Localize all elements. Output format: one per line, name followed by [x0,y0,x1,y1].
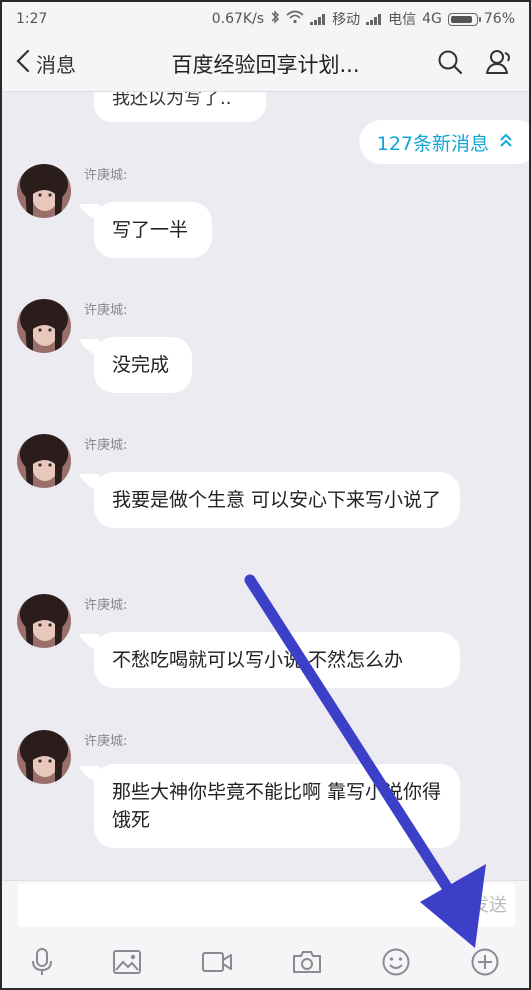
previous-message-bubble: 我还以为写了.. [94,92,266,122]
battery-percent: 76% [483,11,515,27]
sender-name: 许庚城: [84,438,128,453]
double-chevron-up-icon [499,131,513,153]
input-toolbar [2,932,529,988]
back-label: 消息 [36,53,76,77]
image-icon[interactable] [112,949,142,975]
new-messages-button[interactable]: 127条新消息 [358,120,529,164]
title-actions [409,49,529,79]
avatar[interactable] [17,299,71,353]
back-button[interactable]: 消息 [2,49,122,78]
sender-name: 许庚城: [84,598,128,613]
avatar[interactable] [17,164,71,218]
message-bubble[interactable]: 没完成 [94,337,192,393]
input-bar: 发送 [2,880,529,932]
chat-area[interactable]: 我还以为写了.. 127条新消息 许庚城: 写了一半 许庚城: 没完成 许庚城:… [2,92,529,880]
sender-name: 许庚城: [84,168,128,183]
sender-name: 许庚城: [84,303,128,318]
carrier-1: 移动 [332,12,361,28]
avatar[interactable] [17,434,71,488]
message-bubble[interactable]: 那些大神你毕竟不能比啊 靠写小说你得饿死 [94,764,460,848]
message-bubble[interactable]: 写了一半 [94,202,212,258]
battery-icon [447,12,481,26]
title-bar: 消息 百度经验回享计划... [2,36,529,92]
avatar[interactable] [17,730,71,784]
search-icon[interactable] [437,49,463,79]
plus-icon[interactable] [470,947,500,977]
emoji-icon[interactable] [381,947,411,977]
sender-name: 许庚城: [84,734,128,749]
profile-icon[interactable] [485,49,513,79]
bluetooth-icon [270,10,280,28]
signal-icon [310,13,326,25]
status-time: 1:27 [16,11,48,27]
message-bubble[interactable]: 不愁吃喝就可以写小说 不然怎么办 [94,632,460,688]
avatar[interactable] [17,594,71,648]
carrier-2: 电信 [388,12,417,28]
new-messages-label: 127条新消息 [376,132,489,155]
status-bar: 1:27 0.67K/s 移动 电信 4G 76% [2,2,529,36]
message-input[interactable] [18,883,515,927]
send-button[interactable]: 发送 [471,891,507,917]
video-icon[interactable] [201,950,233,974]
status-right: 0.67K/s 移动 电信 4G 76% [212,9,515,29]
camera-icon[interactable] [292,949,322,975]
message-bubble[interactable]: 我要是做个生意 可以安心下来写小说了 [94,472,460,528]
wifi-icon [286,10,304,28]
signal-icon-2 [366,13,382,25]
chat-title: 百度经验回享计划... [171,52,360,77]
microphone-icon[interactable] [31,947,53,977]
network-type: 4G [422,11,442,27]
chevron-left-icon [16,49,36,78]
app-window: 1:27 0.67K/s 移动 电信 4G 76% 消息 百度经验回享计划... [0,0,531,990]
network-speed: 0.67K/s [211,11,265,27]
